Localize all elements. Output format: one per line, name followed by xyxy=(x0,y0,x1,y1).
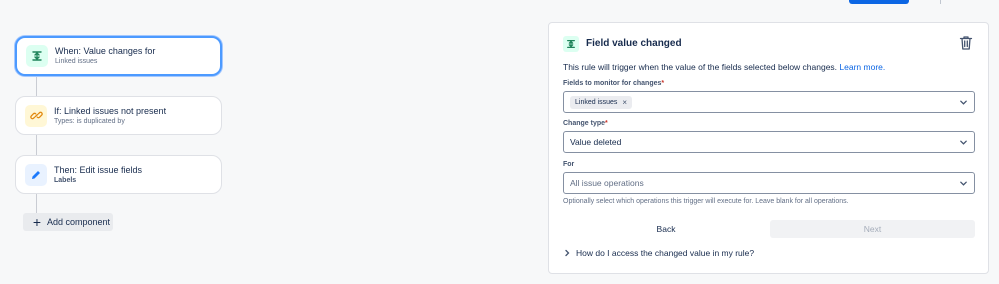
change-type-value: Value deleted xyxy=(570,137,622,147)
description-text: This rule will trigger when the value of… xyxy=(563,62,838,72)
panel-description: This rule will trigger when the value of… xyxy=(563,61,885,73)
add-component-label: Add component xyxy=(47,217,111,227)
field-tag: Linked issues × xyxy=(570,96,633,109)
required-marker: * xyxy=(605,120,608,127)
fields-select[interactable]: Linked issues × xyxy=(563,91,975,113)
fields-label: Fields to monitor for changes* xyxy=(563,79,664,89)
text-cursor-icon xyxy=(26,45,48,67)
changed-value-expander[interactable]: How do I access the changed value in my … xyxy=(563,247,754,259)
condition-card[interactable]: If: Linked issues not present Types: is … xyxy=(15,96,222,135)
learn-more-link[interactable]: Learn more. xyxy=(839,62,885,72)
for-placeholder: All issue operations xyxy=(570,178,644,188)
flow-connector xyxy=(36,194,37,213)
trash-icon[interactable] xyxy=(959,35,973,51)
required-marker: * xyxy=(661,80,665,87)
condition-title: If: Linked issues not present xyxy=(54,105,167,116)
text-cursor-icon xyxy=(563,36,579,52)
for-label-text: For xyxy=(563,161,575,168)
expander-label: How do I access the changed value in my … xyxy=(576,248,755,258)
chevron-right-icon xyxy=(565,249,570,257)
change-type-label: Change type* xyxy=(563,119,608,129)
panel-title: Field value changed xyxy=(586,38,682,49)
condition-subtitle: Types: is duplicated by xyxy=(54,117,125,125)
action-card[interactable]: Then: Edit issue fields Labels xyxy=(15,155,222,194)
flow-connector xyxy=(36,76,37,96)
trigger-card[interactable]: When: Value changes for Linked issues xyxy=(15,36,222,76)
action-title: Then: Edit issue fields xyxy=(54,164,143,175)
plus-icon: + xyxy=(32,214,42,230)
trigger-config-panel: Field value changed This rule will trigg… xyxy=(548,22,989,274)
next-button[interactable]: Next xyxy=(770,220,975,238)
action-subtitle: Labels xyxy=(54,176,77,184)
back-button[interactable]: Back xyxy=(563,220,769,238)
remove-tag-icon[interactable]: × xyxy=(622,96,627,109)
pencil-icon xyxy=(25,163,47,186)
for-label: For xyxy=(563,160,574,170)
field-tag-label: Linked issues xyxy=(575,99,618,106)
chevron-down-icon xyxy=(960,140,967,145)
chevron-down-icon xyxy=(960,100,967,105)
fields-label-text: Fields to monitor for changes xyxy=(563,80,662,87)
link-icon xyxy=(25,104,47,127)
change-type-select[interactable]: Value deleted xyxy=(563,131,975,153)
trigger-title: When: Value changes for xyxy=(55,46,156,56)
trigger-subtitle: Linked issues xyxy=(55,58,98,65)
add-component-button[interactable]: + Add component xyxy=(23,213,113,231)
for-hint: Optionally select which operations this … xyxy=(563,198,849,205)
chevron-down-icon xyxy=(960,181,967,186)
top-primary-button[interactable] xyxy=(849,0,909,4)
top-separator xyxy=(940,0,941,4)
flow-connector xyxy=(36,135,37,155)
change-type-label-text: Change type xyxy=(563,120,606,127)
for-select[interactable]: All issue operations xyxy=(563,172,975,194)
